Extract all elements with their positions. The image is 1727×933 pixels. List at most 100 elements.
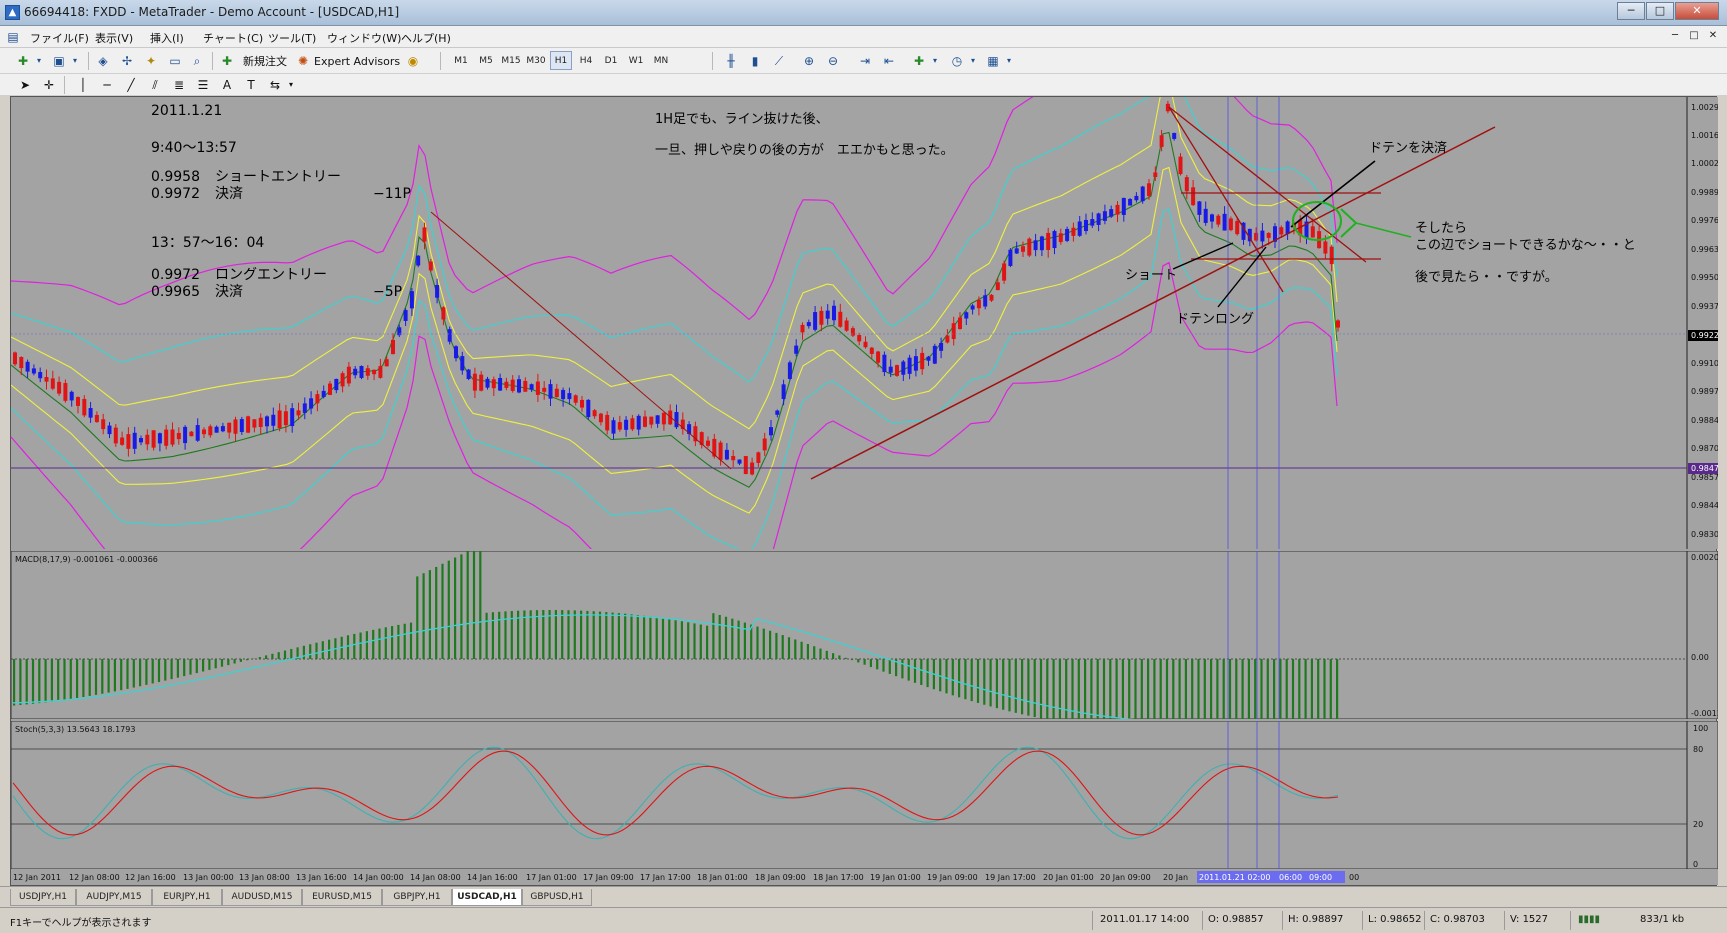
minimize-button[interactable]: ─ <box>1617 2 1645 20</box>
fibonacci-icon[interactable]: ≣ <box>170 76 188 94</box>
menu-window[interactable]: ウィンドウ(W) <box>327 30 401 46</box>
horizontal-line-icon[interactable]: ─ <box>98 76 116 94</box>
macd-bar <box>403 623 406 659</box>
candle-body <box>113 427 118 444</box>
tab-eurjpy-h1[interactable]: EURJPY,H1 <box>152 889 222 906</box>
macd-background <box>11 551 1718 719</box>
candlestick-icon[interactable]: ▮ <box>746 52 764 70</box>
menu-view[interactable]: 表示(V) <box>95 30 133 46</box>
tab-gbpjpy-h1[interactable]: GBPJPY,H1 <box>382 889 452 906</box>
timeframe-mn[interactable]: MN <box>650 51 672 70</box>
cursor-icon[interactable]: ➤ <box>16 76 34 94</box>
trendline-icon[interactable]: ╱ <box>122 76 140 94</box>
timeframe-m15[interactable]: M15 <box>500 51 522 70</box>
expert-advisors-button[interactable]: Expert Advisors <box>314 52 400 72</box>
tab-audusd-m15[interactable]: AUDUSD,M15 <box>222 889 302 906</box>
menu-insert[interactable]: 挿入(I) <box>150 30 184 46</box>
candle-body <box>750 462 755 475</box>
close-button[interactable]: ✕ <box>1675 2 1719 20</box>
candle-body <box>1008 249 1013 266</box>
timeframe-m30[interactable]: M30 <box>525 51 547 70</box>
macd-bar <box>617 613 620 659</box>
macd-bar <box>901 659 904 679</box>
chevron-down-icon[interactable]: ▾ <box>1000 52 1018 70</box>
menu-tools[interactable]: ツール(T) <box>268 30 316 46</box>
line-chart-icon[interactable]: ⟋ <box>770 52 788 70</box>
chevron-down-icon[interactable]: ▾ <box>66 52 84 70</box>
macd-bar <box>1140 659 1143 719</box>
macd-bar <box>731 618 734 659</box>
title-bar[interactable]: ▲ 66694418: FXDD - MetaTrader - Demo Acc… <box>0 0 1727 26</box>
bar-chart-icon[interactable]: ╫ <box>722 52 740 70</box>
maximize-button[interactable]: □ <box>1646 2 1674 20</box>
zoom-in-icon[interactable]: ⊕ <box>800 52 818 70</box>
market-watch-icon[interactable]: ◈ <box>94 52 112 70</box>
macd-bar <box>227 659 230 666</box>
timeframe-m1[interactable]: M1 <box>450 51 472 70</box>
terminal-icon[interactable]: ✦ <box>142 52 160 70</box>
candle-body <box>202 429 206 435</box>
mdi-minimize-button[interactable]: ─ <box>1667 29 1683 43</box>
timeframe-w1[interactable]: W1 <box>625 51 647 70</box>
chevron-down-icon[interactable]: ▾ <box>282 76 300 94</box>
timeframe-m5[interactable]: M5 <box>475 51 497 70</box>
macd-bar <box>958 659 961 698</box>
macd-subwindow[interactable] <box>11 551 1718 719</box>
macd-bar <box>265 655 268 659</box>
text-label-icon[interactable]: T <box>242 76 260 94</box>
tab-audjpy-m15[interactable]: AUDJPY,M15 <box>76 889 152 906</box>
mdi-close-button[interactable]: ✕ <box>1705 29 1721 43</box>
macd-bar <box>636 615 639 659</box>
candle-body <box>1203 208 1208 223</box>
timeframe-h4[interactable]: H4 <box>575 51 597 70</box>
macd-bar <box>31 659 35 704</box>
candle-body <box>1184 177 1189 192</box>
strategy-tester-icon[interactable]: ⌕ <box>188 52 206 70</box>
price-chart[interactable] <box>11 97 1718 549</box>
navigator-icon[interactable]: ✢ <box>118 52 136 70</box>
macd-bar <box>624 613 627 659</box>
text-icon[interactable]: A <box>218 76 236 94</box>
tab-gbpusd-h1[interactable]: GBPUSD,H1 <box>522 889 592 906</box>
auto-scroll-icon[interactable]: ⇥ <box>856 52 874 70</box>
candle-body <box>195 425 200 441</box>
chart-window[interactable]: 1.00290 1.00160 1.00025 0.99895 0.99765 … <box>10 96 1718 886</box>
chevron-down-icon[interactable]: ▾ <box>30 52 48 70</box>
status-high: H: 0.98897 <box>1288 914 1344 925</box>
timeframe-h1[interactable]: H1 <box>550 51 572 70</box>
candle-body <box>1260 230 1265 242</box>
crosshair-icon[interactable]: ✛ <box>40 76 58 94</box>
chevron-down-icon[interactable]: ▾ <box>964 52 982 70</box>
vertical-line-icon[interactable]: │ <box>74 76 92 94</box>
warning-icon[interactable]: ◉ <box>404 52 422 70</box>
menu-help[interactable]: ヘルプ(H) <box>401 30 451 46</box>
tab-usdjpy-h1[interactable]: USDJPY,H1 <box>10 889 76 906</box>
stochastic-subwindow[interactable] <box>11 721 1718 869</box>
macd-bar <box>365 631 368 659</box>
new-order-button[interactable]: 新規注文 <box>238 52 292 72</box>
candle-body <box>1065 228 1070 241</box>
menu-chart[interactable]: チャート(C) <box>203 30 263 46</box>
macd-bar <box>838 655 841 659</box>
metatrader-app: ▲ 66694418: FXDD - MetaTrader - Demo Acc… <box>0 0 1727 933</box>
menu-file[interactable]: ファイル(F) <box>30 30 89 46</box>
chevron-down-icon[interactable]: ▾ <box>926 52 944 70</box>
chart-shift-icon[interactable]: ⇤ <box>880 52 898 70</box>
tab-usdcad-h1[interactable]: USDCAD,H1 <box>452 889 522 906</box>
data-window-icon[interactable]: ▭ <box>166 52 184 70</box>
macd-bar <box>819 648 822 659</box>
tab-eurusd-m15[interactable]: EURUSD,M15 <box>302 889 382 906</box>
macd-bar <box>1285 659 1288 719</box>
chart-window-icon[interactable]: ▤ <box>4 28 22 46</box>
channel-icon[interactable]: ⫽ <box>146 76 164 94</box>
mdi-restore-button[interactable]: □ <box>1686 29 1702 43</box>
zoom-out-icon[interactable]: ⊖ <box>824 52 842 70</box>
timeframe-d1[interactable]: D1 <box>600 51 622 70</box>
candle-body <box>1323 241 1328 254</box>
fibo-fan-icon[interactable]: ☰ <box>194 76 212 94</box>
macd-bar <box>964 659 967 700</box>
candle-body <box>731 456 736 461</box>
candle-body <box>1329 246 1334 265</box>
candle-body <box>995 282 1000 291</box>
macd-bar <box>781 635 784 659</box>
